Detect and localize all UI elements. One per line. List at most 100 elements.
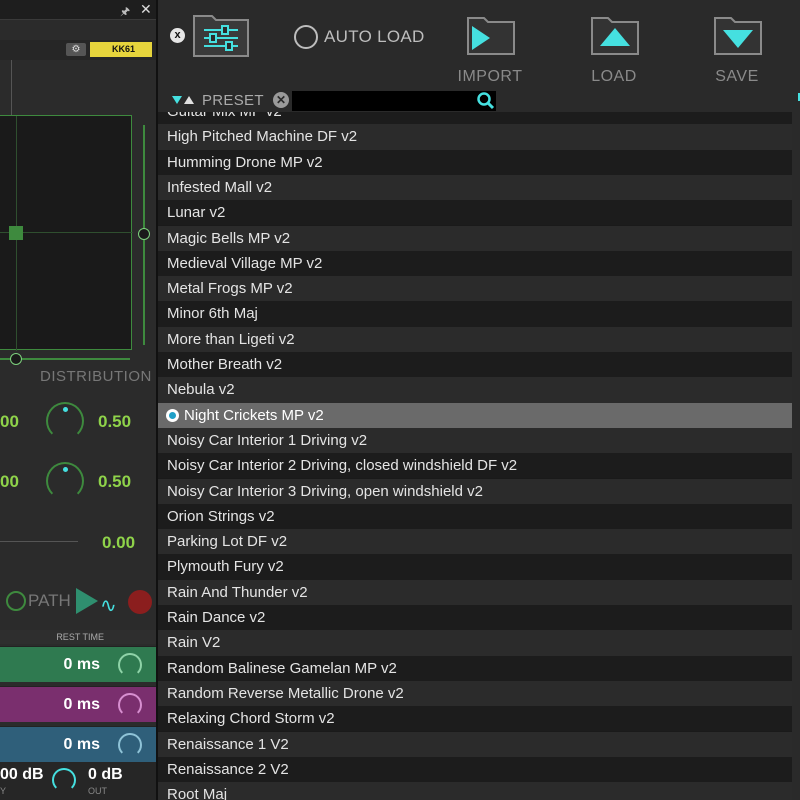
preset-item[interactable]: High Pitched Machine DF v2 — [158, 124, 792, 150]
preset-item[interactable]: Minor 6th Maj — [158, 301, 792, 327]
clear-search-icon[interactable]: ✕ — [273, 92, 289, 108]
preset-item[interactable]: Parking Lot DF v2 — [158, 529, 792, 555]
preset-label: PRESET — [202, 92, 264, 109]
preset-item[interactable]: Plymouth Fury v2 — [158, 554, 792, 580]
preset-item[interactable]: Renaissance 1 V2 — [158, 731, 792, 757]
preset-item[interactable]: Mother Breath v2 — [158, 352, 792, 378]
sort-arrows-icon[interactable] — [172, 94, 198, 106]
slider-handle[interactable] — [138, 228, 150, 240]
divider — [0, 541, 78, 542]
gain-label: Y — [0, 786, 7, 796]
preset-search-bar: PRESET ✕ — [158, 90, 800, 112]
distribution-knob[interactable] — [46, 402, 84, 440]
vertical-slider[interactable] — [138, 125, 150, 345]
preset-item[interactable]: Noisy Car Interior 3 Driving, open winds… — [158, 478, 792, 504]
rest-time-knob[interactable] — [118, 653, 142, 677]
preset-name: Noisy Car Interior 3 Driving, open winds… — [167, 482, 483, 500]
search-icon[interactable] — [476, 91, 496, 111]
output-knob[interactable] — [52, 768, 76, 792]
preset-item[interactable]: Humming Drone MP v2 — [158, 149, 792, 175]
preset-name: Random Balinese Gamelan MP v2 — [167, 659, 397, 677]
preset-name: Root Maj — [167, 786, 228, 800]
output-row: 00 dB 0 dB Y OUT — [0, 762, 156, 800]
preset-item[interactable]: Renaissance 2 V2 — [158, 756, 792, 783]
preset-item[interactable]: Relaxing Chord Storm v2 — [158, 706, 792, 732]
preset-scrollbar[interactable] — [792, 112, 800, 800]
auto-load-radio[interactable] — [294, 25, 318, 49]
preset-item[interactable]: Random Balinese Gamelan MP v2 — [158, 655, 792, 681]
preset-name: Orion Strings v2 — [167, 507, 275, 525]
preset-browser: x AUTO LOAD IMPORT LOAD SAVE PRESET ✕ Hi… — [156, 0, 800, 800]
preset-item[interactable]: Rain V2 — [158, 630, 792, 656]
preset-name: Rain And Thunder v2 — [167, 583, 308, 601]
preset-item[interactable]: Random Reverse Metallic Drone v2 — [158, 680, 792, 707]
preset-item[interactable]: More than Ligeti v2 — [158, 326, 792, 352]
path-toggle[interactable] — [6, 591, 26, 611]
output-readout: 0 dB — [88, 766, 123, 783]
slider-handle[interactable] — [10, 353, 22, 365]
preset-item-selected[interactable]: Night Crickets MP v2 — [158, 402, 792, 428]
selected-radio-icon — [166, 408, 179, 422]
folder-settings-icon — [193, 15, 249, 57]
save-button[interactable]: SAVE — [707, 14, 767, 90]
preset-name: Metal Frogs MP v2 — [167, 280, 293, 298]
value-readout: 0.00 — [102, 533, 136, 552]
load-label: LOAD — [591, 68, 637, 85]
preset-item[interactable]: Guitar Mix MP v2 — [158, 112, 792, 125]
close-icon[interactable]: ✕ — [140, 1, 152, 18]
preset-list: Guitar Mix MP v2 High Pitched Machine DF … — [158, 112, 792, 800]
pin-icon[interactable]: 🖈 — [120, 3, 130, 22]
instrument-tag[interactable]: KK61 — [90, 42, 152, 57]
horizontal-slider[interactable] — [0, 353, 130, 365]
preset-name: Infested Mall v2 — [167, 178, 273, 196]
wave-icon: ∿ — [100, 595, 117, 617]
path-label: PATH — [28, 591, 71, 610]
preset-item[interactable]: Magic Bells MP v2 — [158, 225, 792, 251]
side-box — [0, 60, 12, 115]
search-input[interactable] — [292, 91, 496, 111]
record-icon[interactable] — [128, 590, 152, 614]
play-icon[interactable] — [76, 588, 98, 614]
rest-time-knob[interactable] — [118, 693, 142, 717]
value-readout: 0.50 — [98, 472, 132, 491]
preset-item[interactable]: Rain And Thunder v2 — [158, 579, 792, 605]
value-readout: 00 — [0, 472, 19, 491]
preset-name: Mother Breath v2 — [167, 356, 283, 373]
preset-item[interactable]: Lunar v2 — [158, 200, 792, 226]
preset-item[interactable]: Noisy Car Interior 2 Driving, closed win… — [158, 453, 792, 479]
preset-name: Night Crickets MP v2 — [184, 406, 324, 424]
auto-load-toggle[interactable]: AUTO LOAD — [294, 24, 434, 50]
preset-item[interactable]: Medieval Village MP v2 — [158, 250, 792, 277]
load-button[interactable]: LOAD — [584, 14, 644, 90]
preset-name: Rain V2 — [167, 634, 221, 652]
pad-node[interactable] — [9, 226, 23, 240]
path-row: PATH ∿ — [4, 588, 156, 617]
preset-name: Guitar Mix MP v2 — [167, 112, 282, 120]
preset-item[interactable]: Nebula v2 — [158, 377, 792, 403]
import-button[interactable]: IMPORT — [458, 14, 522, 90]
close-button[interactable]: x — [170, 28, 185, 43]
rest-time-value: 0 ms — [63, 736, 100, 753]
value-readout: 0.50 — [98, 412, 132, 431]
preset-name: Parking Lot DF v2 — [167, 533, 288, 551]
distribution-knob[interactable] — [46, 462, 84, 500]
preset-name: Noisy Car Interior 1 Driving v2 — [167, 431, 368, 449]
gear-icon[interactable]: ⚙ — [66, 43, 86, 56]
save-label: SAVE — [715, 68, 759, 85]
browser-toggle-button[interactable] — [192, 10, 250, 58]
preset-name: Rain Dance v2 — [167, 609, 266, 626]
rest-time-header: REST TIME — [0, 630, 156, 644]
preset-item[interactable]: Infested Mall v2 — [158, 174, 792, 201]
preset-item[interactable]: Noisy Car Interior 1 Driving v2 — [158, 427, 792, 454]
preset-name: Lunar v2 — [167, 204, 226, 222]
preset-item[interactable]: Metal Frogs MP v2 — [158, 276, 792, 302]
preset-item[interactable]: Orion Strings v2 — [158, 503, 792, 530]
host-toolbar: ⚙ KK61 — [0, 40, 156, 60]
preset-item[interactable]: Root Maj — [158, 782, 792, 800]
preset-item[interactable]: Rain Dance v2 — [158, 605, 792, 631]
xy-pad[interactable] — [0, 115, 133, 351]
knob-indicator — [63, 467, 68, 472]
preset-name: Nebula v2 — [167, 381, 235, 399]
rest-time-knob[interactable] — [118, 733, 142, 757]
preset-name: Relaxing Chord Storm v2 — [167, 710, 335, 728]
